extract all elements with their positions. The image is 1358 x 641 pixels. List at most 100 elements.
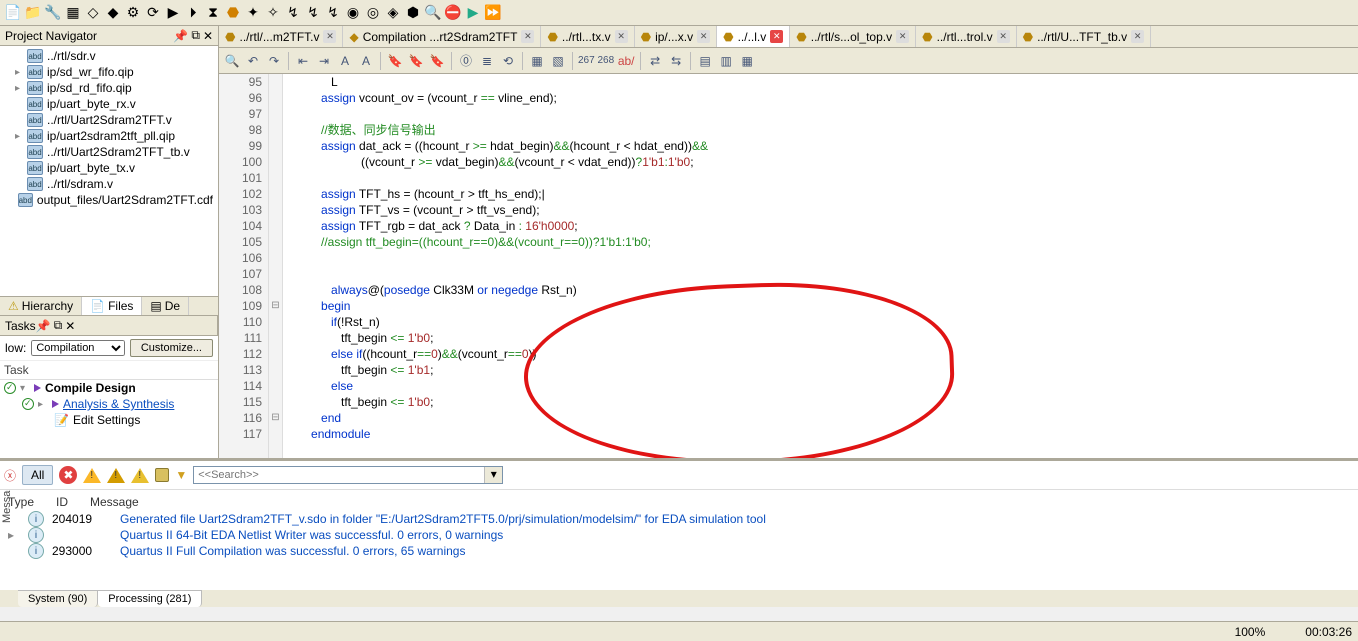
tb-icon[interactable]: ⬣	[224, 4, 242, 22]
tb-icon[interactable]: ⬢	[404, 4, 422, 22]
close-icon[interactable]: ✕	[697, 30, 710, 43]
message-row[interactable]: i204019Generated file Uart2Sdram2TFT_v.s…	[8, 511, 1350, 527]
tab-hierarchy[interactable]: ⚠Hierarchy	[0, 297, 82, 315]
funnel-icon[interactable]: ▼	[175, 468, 187, 482]
tb-icon[interactable]: 🔍	[424, 4, 442, 22]
filter-all-button[interactable]: All	[22, 465, 53, 485]
flow-select[interactable]: Compilation	[31, 340, 125, 356]
tb-icon[interactable]: ◎	[364, 4, 382, 22]
indent-icon[interactable]: ⇥	[315, 52, 333, 70]
i-icon[interactable]: ▦	[528, 52, 546, 70]
task-row[interactable]: ▾Compile Design	[0, 380, 218, 396]
a-icon[interactable]: A	[336, 52, 354, 70]
tb-icon[interactable]: ✦	[244, 4, 262, 22]
tb-icon[interactable]: ⟳	[144, 4, 162, 22]
file-tree-item[interactable]: ▸abdip/sd_wr_fifo.qip	[0, 64, 218, 80]
outdent-icon[interactable]: ⇤	[294, 52, 312, 70]
i-icon[interactable]: ⓪	[457, 52, 475, 70]
tb-icon[interactable]: ↯	[284, 4, 302, 22]
file-tree-item[interactable]: abdoutput_files/Uart2Sdram2TFT.cdf	[0, 192, 218, 208]
err-icon[interactable]: ✖	[59, 466, 77, 484]
warn-icon[interactable]	[83, 468, 101, 483]
tb-icon[interactable]: ✧	[264, 4, 282, 22]
find-icon[interactable]: 🔍	[223, 52, 241, 70]
code-editor[interactable]: 9596979899100101102103104105106107108109…	[219, 74, 1358, 458]
bm-icon[interactable]: 🔖	[386, 52, 404, 70]
tb-icon[interactable]: ↯	[304, 4, 322, 22]
file-tab[interactable]: ⬣../rtl/...m2TFT.v✕	[219, 26, 343, 47]
bm-icon[interactable]: 🔖	[428, 52, 446, 70]
file-tab[interactable]: ⬣../rtl...tx.v✕	[541, 26, 634, 47]
dock-icon[interactable]: ⧉	[54, 318, 63, 333]
file-tree-item[interactable]: ▸abdip/sd_rd_fifo.qip	[0, 80, 218, 96]
tb-icon[interactable]: ⏩	[484, 4, 502, 22]
nav-icon[interactable]: ↶	[244, 52, 262, 70]
tb-icon[interactable]: ◈	[384, 4, 402, 22]
i-icon[interactable]: ⇄	[646, 52, 664, 70]
file-tree-item[interactable]: abd../rtl/sdram.v	[0, 176, 218, 192]
close-icon[interactable]: ✕	[1131, 30, 1144, 43]
tb-icon[interactable]: ▶	[464, 4, 482, 22]
close-icon[interactable]: ✕	[896, 30, 909, 43]
search-input[interactable]	[194, 467, 484, 483]
fold-gutter[interactable]: ⊟⊟	[269, 74, 283, 458]
tab-processing[interactable]: Processing (281)	[98, 590, 202, 607]
close-icon[interactable]: ✕	[997, 30, 1010, 43]
search-combo[interactable]: ▾	[193, 466, 503, 484]
task-row[interactable]: 📝Edit Settings	[0, 412, 218, 428]
i-icon[interactable]: ⟲	[499, 52, 517, 70]
file-tree-item[interactable]: abd../rtl/sdr.v	[0, 48, 218, 64]
tab-system[interactable]: System (90)	[18, 590, 98, 607]
i-icon[interactable]: ▦	[738, 52, 756, 70]
customize-button[interactable]: Customize...	[130, 339, 213, 357]
file-tree-item[interactable]: abdip/uart_byte_rx.v	[0, 96, 218, 112]
file-tab[interactable]: ⬣../rtl...trol.v✕	[916, 26, 1017, 47]
file-tab[interactable]: ◆Compilation ...rt2Sdram2TFT✕	[343, 26, 541, 47]
tb-icon[interactable]: 🔧	[44, 4, 62, 22]
code-pane[interactable]: L assign vcount_ov = (vcount_r == vline_…	[283, 74, 1358, 458]
tb-icon[interactable]: ⛔	[444, 4, 462, 22]
tb-icon[interactable]: ⏵	[184, 4, 202, 22]
file-tree-item[interactable]: abd../rtl/Uart2Sdram2TFT_tb.v	[0, 144, 218, 160]
chevron-down-icon[interactable]: ▾	[484, 467, 502, 483]
tb-icon[interactable]: 📁	[24, 4, 42, 22]
message-row[interactable]: i293000Quartus II Full Compilation was s…	[8, 543, 1350, 559]
nav-icon[interactable]: ↷	[265, 52, 283, 70]
close-icon[interactable]: ✕	[323, 30, 336, 43]
tb-icon[interactable]: ⚙	[124, 4, 142, 22]
tab-files[interactable]: 📄Files	[82, 297, 142, 315]
tb-icon[interactable]: ▶	[164, 4, 182, 22]
tab-design-units[interactable]: ▤De	[142, 297, 189, 315]
i-icon[interactable]: ≣	[478, 52, 496, 70]
tb-icon[interactable]: ↯	[324, 4, 342, 22]
file-tree-item[interactable]: abdip/uart_byte_tx.v	[0, 160, 218, 176]
i-icon[interactable]: ⇆	[667, 52, 685, 70]
tb-icon[interactable]: ▦	[64, 4, 82, 22]
i-icon[interactable]: ▥	[717, 52, 735, 70]
i-icon[interactable]: ab/	[617, 52, 635, 70]
message-row[interactable]: ▸iQuartus II 64-Bit EDA Netlist Writer w…	[8, 527, 1350, 543]
close-icon[interactable]: ✕	[770, 30, 783, 43]
task-row[interactable]: ▸Analysis & Synthesis	[0, 396, 218, 412]
file-tab[interactable]: ⬣../..l.v✕	[717, 26, 790, 47]
file-tab[interactable]: ⬣../rtl/s...ol_top.v✕	[790, 26, 916, 47]
i-icon[interactable]: ▧	[549, 52, 567, 70]
close-icon[interactable]: ⓧ	[4, 467, 16, 484]
dock-icon[interactable]: ⧉	[191, 28, 200, 43]
close-icon[interactable]: ✕	[65, 319, 75, 333]
warn-icon[interactable]	[107, 468, 125, 483]
tb-icon[interactable]: ◉	[344, 4, 362, 22]
file-tab[interactable]: ⬣ip/...x.v✕	[635, 26, 718, 47]
tb-icon[interactable]: ◆	[104, 4, 122, 22]
tb-icon[interactable]: 📄	[4, 4, 22, 22]
file-tab[interactable]: ⬣../rtl/U...TFT_tb.v✕	[1017, 26, 1152, 47]
tb-icon[interactable]: ◇	[84, 4, 102, 22]
close-icon[interactable]: ✕	[615, 30, 628, 43]
a-icon[interactable]: A	[357, 52, 375, 70]
pin-icon[interactable]: 📌	[36, 319, 51, 333]
warn-icon[interactable]	[131, 468, 149, 483]
i-icon[interactable]: ▤	[696, 52, 714, 70]
close-icon[interactable]: ✕	[203, 29, 213, 43]
close-icon[interactable]: ✕	[521, 30, 534, 43]
messages-area[interactable]: Type ID Message i204019Generated file Ua…	[0, 490, 1358, 590]
